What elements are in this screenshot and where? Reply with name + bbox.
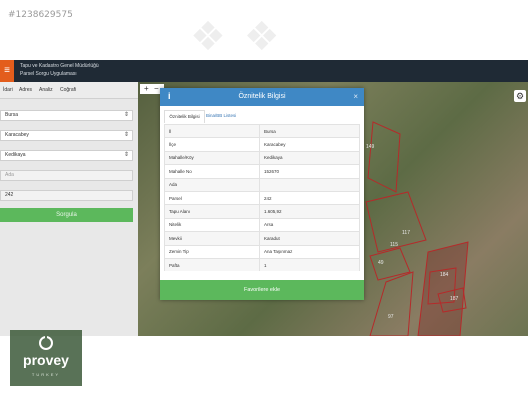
parcel-label: 149 [366, 144, 375, 150]
table-row: Nitelik Arsa [164, 217, 360, 232]
table-row: Pafta 1 [164, 257, 360, 272]
row-value: Bursa [259, 123, 360, 138]
row-value: Arsa [259, 217, 360, 232]
row-label: Parsel [164, 190, 260, 205]
row-label: Zemin Tip [164, 244, 260, 259]
tab-adres[interactable]: Adres [19, 87, 32, 93]
row-label: Ada [164, 177, 260, 192]
tab-idari[interactable]: İdari [3, 87, 13, 93]
listing-id: #1238629575 [8, 10, 73, 20]
tab-bina-listesi[interactable]: Bina/BB Listesi [206, 110, 236, 122]
parcel-label: 184 [440, 272, 449, 278]
row-value: Ana Taşınmaz [259, 244, 360, 259]
table-row: Zemin Tip Ana Taşınmaz [164, 244, 360, 259]
tab-analiz[interactable]: Analiz [39, 87, 53, 93]
table-row: Mahalle/Köy Kedikaya [164, 150, 360, 165]
table-row: Mevkii Karadut [164, 231, 360, 246]
mahalle-value: Kedikaya [5, 152, 26, 158]
header-subtitle: Parsel Sorgu Uygulaması [20, 71, 77, 77]
row-label: İl [164, 123, 260, 138]
row-value: Karadut [259, 231, 360, 246]
chevron-down-icon: ⇕ [123, 112, 129, 118]
add-favorite-button[interactable]: Favorilere ekle [160, 280, 364, 300]
chevron-down-icon: ⇕ [123, 132, 129, 138]
row-value: 1.605,92 [259, 204, 360, 219]
table-row: Tapu Alanı 1.605,92 [164, 204, 360, 219]
il-value: Bursa [5, 112, 19, 118]
table-row: Ada [164, 177, 360, 192]
row-label: Mevkii [164, 231, 260, 246]
panel-tabs: İdari Adres Analiz Coğrafi [0, 82, 138, 99]
row-label: Tapu Alanı [164, 204, 260, 219]
row-label: Mahalle/Köy [164, 150, 260, 165]
header-title: Tapu ve Kadastro Genel Müdürlüğü [20, 63, 99, 69]
attribute-info-modal: i Öznitelik Bilgisi × Öznitelik Bilgisi … [160, 88, 364, 300]
ilce-select[interactable]: Karacabey ⇕ [0, 130, 133, 141]
modal-title: Öznitelik Bilgisi [238, 93, 286, 100]
parcel-label: 49 [378, 260, 384, 266]
il-select[interactable]: Bursa ⇕ [0, 110, 133, 121]
parcel-label: 187 [450, 296, 459, 302]
close-icon[interactable]: × [353, 92, 358, 101]
row-value: Karacabey [259, 137, 360, 152]
ilce-value: Karacabey [5, 132, 29, 138]
row-label: Pafta [164, 257, 260, 272]
logo-text: provey [23, 352, 69, 368]
top-bar: ≡ Tapu ve Kadastro Genel Müdürlüğü Parse… [0, 60, 528, 82]
modal-header: i Öznitelik Bilgisi × [160, 88, 364, 106]
row-value: Kedikaya [259, 150, 360, 165]
table-row: İlçe Karacabey [164, 137, 360, 152]
row-value: 242 [259, 190, 360, 205]
mahalle-select[interactable]: Kedikaya ⇕ [0, 150, 133, 161]
logo-mark-icon [39, 335, 53, 350]
chevron-down-icon: ⇕ [123, 152, 129, 158]
row-label: Nitelik [164, 217, 260, 232]
watermark: ❖ ❖ [190, 14, 282, 60]
hamburger-menu-icon[interactable]: ≡ [0, 60, 14, 82]
zoom-out-button[interactable]: − [154, 84, 159, 94]
sorgula-button[interactable]: Sorgula [0, 208, 133, 222]
row-value: 152670 [259, 164, 360, 179]
row-label: Mahalle No [164, 164, 260, 179]
logo-subtext: TURKEY [31, 372, 61, 377]
provey-logo: provey TURKEY [10, 330, 82, 386]
gear-icon[interactable]: ⚙ [514, 90, 526, 102]
search-panel: İdari Adres Analiz Coğrafi Bursa ⇕ Karac… [0, 82, 138, 336]
ada-input[interactable]: Ada [0, 170, 133, 181]
parcel-label: 97 [388, 314, 394, 320]
parcel-label: 115 [390, 242, 398, 248]
table-row: Mahalle No 152670 [164, 164, 360, 179]
parcel-label: 117 [402, 230, 410, 236]
table-row: İl Bursa [164, 123, 360, 138]
zoom-in-button[interactable]: + [144, 84, 149, 94]
row-label: İlçe [164, 137, 260, 152]
parsel-input[interactable]: 242 [0, 190, 133, 201]
attribute-table: İl Bursa İlçe Karacabey Mahalle/Köy Kedikay… [164, 123, 360, 272]
tab-oznitelik-bilgisi[interactable]: Öznitelik Bilgisi [164, 110, 205, 123]
row-value: 1 [259, 257, 360, 272]
row-value [259, 177, 360, 192]
table-row: Parsel 242 [164, 190, 360, 205]
tab-cografi[interactable]: Coğrafi [60, 87, 76, 93]
